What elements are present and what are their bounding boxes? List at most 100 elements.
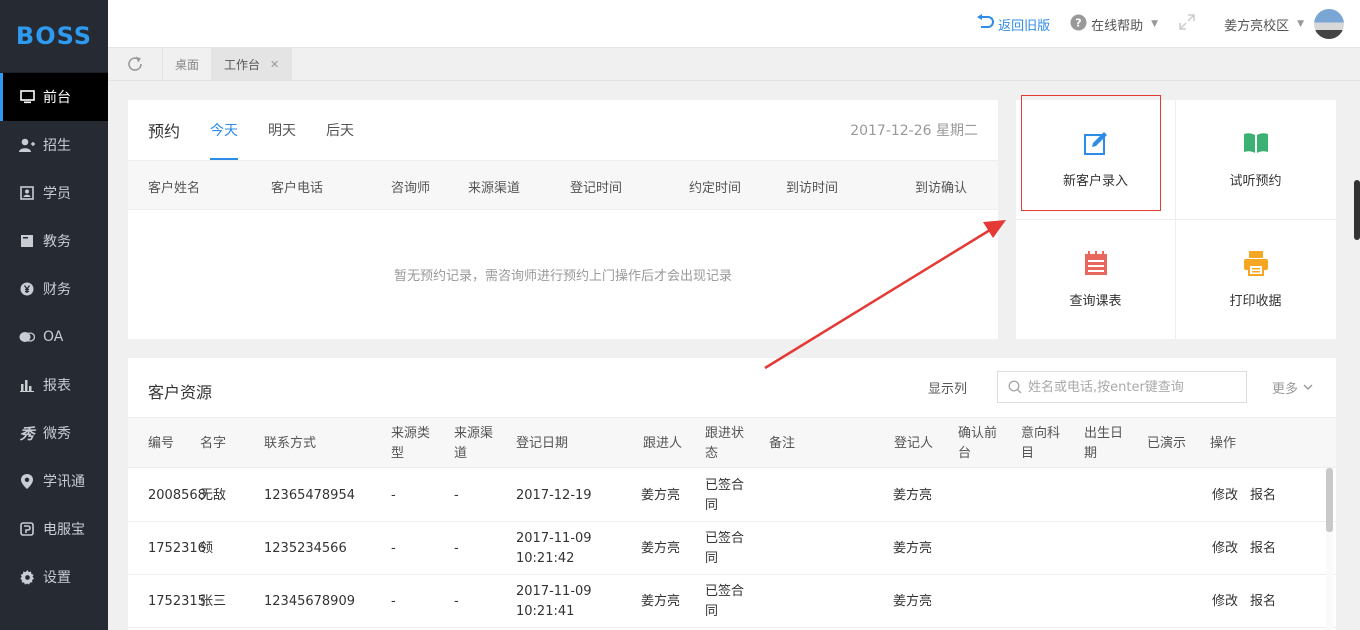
source-channel: - <box>454 593 459 609</box>
sidebar-item-weixiu[interactable]: 秀 微秀 <box>0 409 108 457</box>
search-box[interactable] <box>997 371 1247 403</box>
table-row: 1752316 领 1235234566 - - 2017-11-09 10:2… <box>128 522 1336 575</box>
column-header: 到访时间 <box>786 180 839 196</box>
customer-phone: 12365478954 <box>264 487 355 503</box>
sidebar-item-label: 电服宝 <box>43 522 85 538</box>
source-channel: - <box>454 540 459 556</box>
help-label: 在线帮助 <box>1091 18 1144 34</box>
top-bar: 返回旧版 ? 在线帮助 ▼ 姜方亮校区 ▼ <box>108 0 1360 48</box>
sidebar-item-xuexuntong[interactable]: 学讯通 <box>0 457 108 505</box>
fullscreen-button[interactable] <box>1178 13 1196 35</box>
online-help-menu[interactable]: ? 在线帮助 ▼ <box>1070 14 1158 35</box>
sidebar-item-label: 报表 <box>43 378 71 394</box>
campus-menu[interactable]: 姜方亮校区 ▼ <box>1224 15 1304 34</box>
sidebar-item-enrollment[interactable]: 招生 <box>0 121 108 169</box>
book-icon <box>19 233 35 249</box>
phone-icon <box>19 521 35 537</box>
undo-icon <box>976 14 995 34</box>
expand-icon <box>1178 13 1196 35</box>
follow-status: 已签合同 <box>705 583 745 619</box>
edit-link[interactable]: 修改 <box>1212 522 1238 575</box>
sidebar-item-frontdesk[interactable]: 前台 <box>0 73 108 121</box>
more-menu[interactable]: 更多 <box>1272 358 1314 416</box>
source-channel: - <box>454 487 459 503</box>
edit-link[interactable]: 修改 <box>1212 469 1238 522</box>
empty-state-text: 暂无预约记录，需咨询师进行预约上门操作后才会出现记录 <box>393 268 732 284</box>
query-schedule-button[interactable]: 查询课表 <box>1016 220 1175 339</box>
chevron-down-icon <box>1303 384 1313 390</box>
customer-id: 1752316 <box>148 540 206 556</box>
column-header: 备注 <box>769 435 796 451</box>
scrollbar-thumb[interactable] <box>1326 468 1333 532</box>
tab-tomorrow[interactable]: 明天 <box>268 100 296 160</box>
follow-status: 已签合同 <box>705 530 745 566</box>
column-header: 名字 <box>200 435 227 451</box>
register-date: 2017-11-09 10:21:41 <box>516 583 592 619</box>
show-columns-button[interactable]: 显示列 <box>928 358 967 416</box>
enroll-link[interactable]: 报名 <box>1250 469 1276 522</box>
gear-icon <box>19 569 35 585</box>
column-header: 到访确认 <box>915 180 968 196</box>
chat-icon <box>19 329 35 345</box>
quick-action-label: 查询课表 <box>1069 294 1122 309</box>
enroll-link[interactable]: 报名 <box>1250 522 1276 575</box>
column-header: 来源类型 <box>391 425 431 461</box>
column-header: 约定时间 <box>689 180 742 196</box>
close-icon[interactable]: ✕ <box>270 58 279 71</box>
follower: 姜方亮 <box>641 540 681 556</box>
column-header: 来源渠道 <box>454 425 494 461</box>
tab-day-after[interactable]: 后天 <box>326 100 354 160</box>
tab-desktop[interactable]: 桌面 <box>163 48 213 80</box>
registrar: 姜方亮 <box>893 487 933 503</box>
avatar[interactable] <box>1314 9 1344 39</box>
print-receipt-button[interactable]: 打印收据 <box>1176 220 1335 339</box>
sidebar-item-finance[interactable]: 财务 <box>0 265 108 313</box>
more-label: 更多 <box>1272 381 1299 397</box>
customer-name: 张三 <box>200 593 227 609</box>
app-logo[interactable]: BOSS <box>0 0 108 73</box>
sidebar-item-academic[interactable]: 教务 <box>0 217 108 265</box>
quick-action-label: 打印收据 <box>1229 294 1282 309</box>
column-header: 咨询师 <box>391 180 431 196</box>
customer-name: 无敌 <box>200 487 227 503</box>
follow-status: 已签合同 <box>705 477 745 513</box>
tab-today[interactable]: 今天 <box>210 100 239 160</box>
enroll-link[interactable]: 报名 <box>1250 575 1276 628</box>
quick-action-label: 试听预约 <box>1229 174 1282 189</box>
search-icon <box>1008 380 1022 394</box>
source-type: - <box>391 487 396 503</box>
tab-label: 桌面 <box>175 57 200 72</box>
sidebar-item-dianfubao[interactable]: 电服宝 <box>0 505 108 553</box>
sidebar-item-students[interactable]: 学员 <box>0 169 108 217</box>
customer-id: 1752315 <box>148 593 206 609</box>
customer-title: 客户资源 <box>148 383 213 402</box>
tab-workbench[interactable]: 工作台 ✕ <box>212 48 293 80</box>
chevron-down-icon: ▼ <box>1151 19 1159 29</box>
monitor-icon <box>19 89 35 105</box>
edit-link[interactable]: 修改 <box>1212 575 1238 628</box>
sidebar-item-oa[interactable]: OA <box>0 313 108 361</box>
column-header: 出生日期 <box>1084 425 1124 461</box>
table-scrollbar[interactable] <box>1326 468 1333 630</box>
column-header: 联系方式 <box>264 435 317 451</box>
customer-table-header: 编号 名字 联系方式 来源类型 来源渠道 登记日期 跟进人 跟进状态 备注 登记… <box>128 417 1336 468</box>
sidebar-item-label: 微秀 <box>43 426 71 442</box>
sidebar-item-label: 招生 <box>43 138 71 154</box>
back-to-old-version-link[interactable]: 返回旧版 <box>976 14 1050 34</box>
sidebar-item-label: OA <box>43 329 64 345</box>
page-scrollbar[interactable] <box>1354 180 1360 240</box>
trial-booking-button[interactable]: 试听预约 <box>1176 100 1335 219</box>
campus-label: 姜方亮校区 <box>1224 18 1290 34</box>
column-header: 意向科目 <box>1021 425 1061 461</box>
column-header: 登记人 <box>894 435 934 451</box>
column-header: 确认前台 <box>958 425 998 461</box>
sidebar-item-settings[interactable]: 设置 <box>0 553 108 601</box>
customer-resources-panel: 客户资源 显示列 更多 编号 名字 联系方式 来源类型 来源渠道 登记日期 跟进… <box>128 358 1336 630</box>
table-row: 1752315 张三 12345678909 - - 2017-11-09 10… <box>128 575 1336 628</box>
location-icon <box>19 473 35 489</box>
sidebar-item-reports[interactable]: 报表 <box>0 361 108 409</box>
refresh-icon[interactable] <box>108 48 163 80</box>
sidebar-item-label: 教务 <box>43 234 71 250</box>
customer-id: 2008568 <box>148 487 206 503</box>
search-input[interactable] <box>1028 379 1228 395</box>
